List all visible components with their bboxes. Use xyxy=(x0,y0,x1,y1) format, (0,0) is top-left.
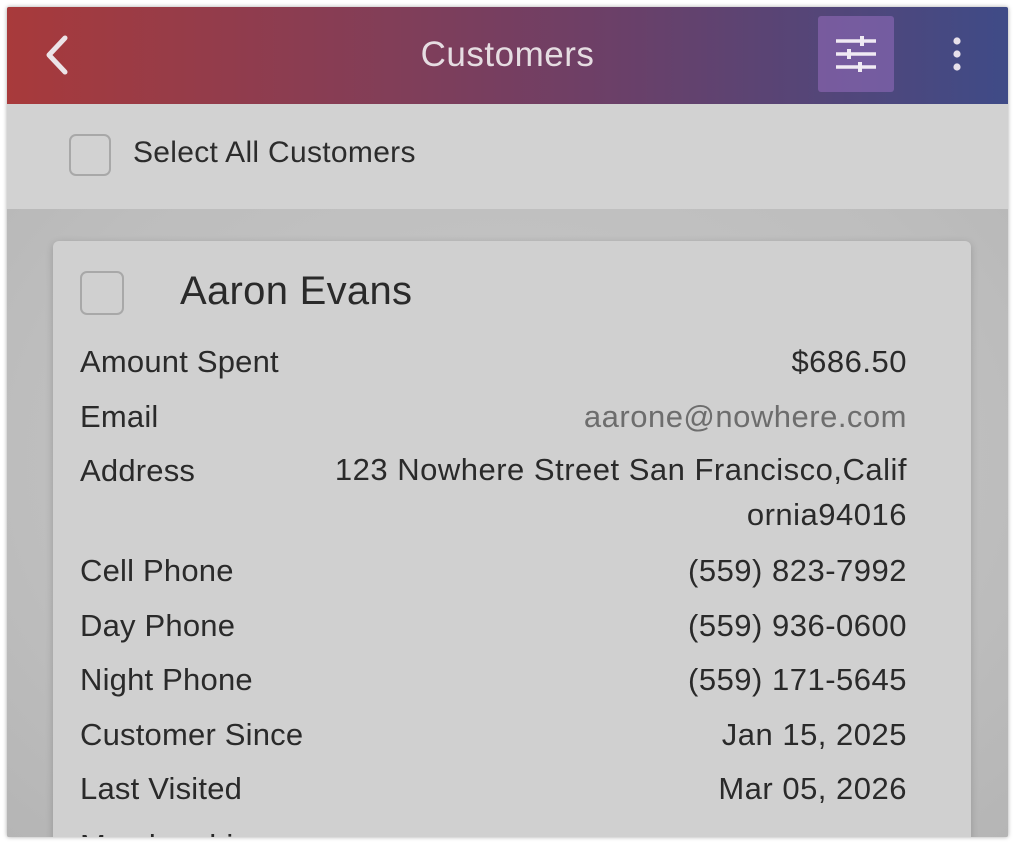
customer-since-value: Jan 15, 2025 xyxy=(721,717,907,752)
customer-card[interactable]: Aaron Evans Amount Spent $686.50 Email a… xyxy=(53,241,971,837)
customer-checkbox[interactable] xyxy=(80,271,124,315)
app-bar: Customers xyxy=(7,7,1008,104)
address-line-2: ornia94016 xyxy=(746,497,907,532)
filter-button[interactable] xyxy=(818,16,894,92)
cell-phone-value[interactable]: (559) 823-7992 xyxy=(688,553,907,589)
select-all-label: Select All Customers xyxy=(133,136,416,169)
customer-since-label: Customer Since xyxy=(80,717,304,752)
address-line-1: 123 Nowhere Street San Francisco,Calif xyxy=(334,452,907,487)
cell-phone-label: Cell Phone xyxy=(80,553,234,588)
amount-spent-value: $686.50 xyxy=(791,344,907,379)
customer-list: Aaron Evans Amount Spent $686.50 Email a… xyxy=(7,209,1008,837)
email-label: Email xyxy=(80,399,159,434)
more-vertical-icon xyxy=(953,37,961,71)
amount-spent-label: Amount Spent xyxy=(80,344,279,379)
day-phone-value[interactable]: (559) 936-0600 xyxy=(688,608,907,644)
customer-name: Aaron Evans xyxy=(180,269,413,313)
chevron-left-icon xyxy=(46,35,68,75)
app-window: Customers Select All Customers Aaron Eva… xyxy=(7,7,1008,837)
sliders-icon xyxy=(836,36,876,72)
more-options-button[interactable] xyxy=(942,33,972,75)
address-value: 123 Nowhere Street San Francisco,Calif o… xyxy=(267,447,907,537)
back-button[interactable] xyxy=(35,31,79,79)
night-phone-label: Night Phone xyxy=(80,662,253,697)
address-label: Address xyxy=(80,453,196,488)
select-all-bar: Select All Customers xyxy=(7,104,1008,209)
membership-label: Membership xyxy=(80,828,251,837)
last-visited-label: Last Visited xyxy=(80,771,243,806)
night-phone-value[interactable]: (559) 171-5645 xyxy=(688,662,907,698)
select-all-checkbox[interactable] xyxy=(69,134,111,176)
last-visited-value: Mar 05, 2026 xyxy=(718,771,907,806)
day-phone-label: Day Phone xyxy=(80,608,236,643)
email-value[interactable]: aarone@nowhere.com xyxy=(584,399,907,435)
